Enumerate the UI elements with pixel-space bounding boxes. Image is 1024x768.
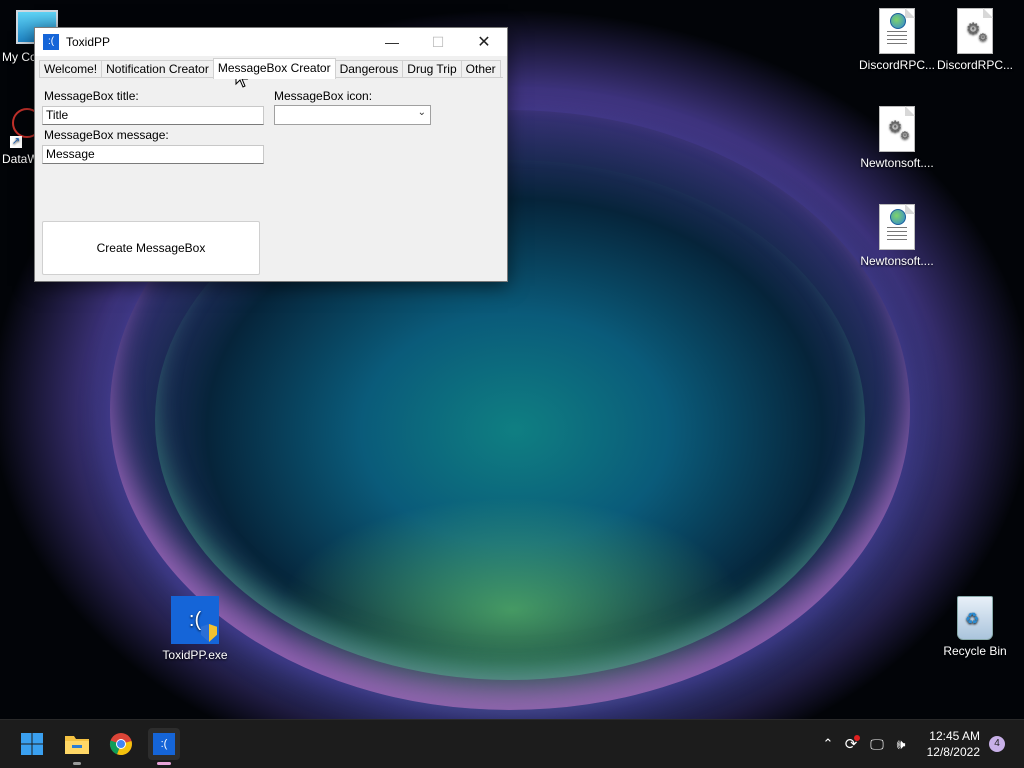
messagebox-title-label: MessageBox title:: [44, 89, 139, 103]
desktop-icon-label: My Co: [2, 50, 37, 64]
window-title: ToxidPP: [66, 35, 111, 49]
tab-drug-trip[interactable]: Drug Trip: [402, 60, 462, 78]
active-app-indicator: [157, 762, 171, 765]
windows-start-icon[interactable]: [16, 728, 48, 760]
desktop-icon-label: Newtonsoft....: [860, 254, 934, 268]
title-bar[interactable]: :( ToxidPP — ☐ ✕: [35, 28, 507, 56]
system-tray: ⌃ ⟳ 🖵 🕪: [818, 720, 912, 768]
messagebox-icon-label: MessageBox icon:: [274, 89, 373, 103]
toxidpp-exe-icon: :(: [171, 596, 219, 644]
create-messagebox-button[interactable]: Create MessageBox: [42, 221, 260, 275]
desktop-icon-toxidpp[interactable]: :( ToxidPP.exe: [153, 596, 237, 662]
desktop-icon-label: Newtonsoft....: [860, 156, 934, 170]
desktop-icon-label: DiscordRPC...: [936, 58, 1013, 72]
tab-messagebox-creator[interactable]: MessageBox Creator: [212, 58, 336, 79]
messagebox-message-label: MessageBox message:: [44, 128, 169, 142]
desktop-icon-discordrpc-web[interactable]: DiscordRPC...: [855, 8, 939, 72]
tab-welcome[interactable]: Welcome!: [39, 60, 103, 78]
chevron-down-icon: ⌄: [417, 107, 426, 118]
sync-icon[interactable]: ⟳: [838, 735, 864, 753]
web-document-icon: [879, 8, 915, 54]
minimize-button[interactable]: —: [369, 28, 415, 56]
tab-other[interactable]: Other: [460, 60, 501, 78]
clock-date: 12/8/2022: [926, 745, 980, 759]
toxidpp-window: :( ToxidPP — ☐ ✕ Welcome! Notification C…: [34, 27, 508, 282]
file-explorer-icon[interactable]: [61, 728, 93, 760]
desktop-icon-recycle-bin[interactable]: ♻ Recycle Bin: [933, 596, 1017, 658]
messagebox-title-input[interactable]: Title: [42, 106, 264, 125]
tab-dangerous[interactable]: Dangerous: [334, 60, 404, 78]
messagebox-message-input[interactable]: Message: [42, 145, 264, 164]
recycle-bin-icon: ♻: [957, 596, 993, 640]
desktop-icon-label: Recycle Bin: [943, 644, 1007, 658]
desktop-icon-label: ToxidPP.exe: [162, 648, 228, 662]
volume-icon[interactable]: 🕪: [890, 736, 912, 753]
network-icon[interactable]: 🖵: [864, 736, 890, 753]
tab-notification-creator[interactable]: Notification Creator: [101, 60, 214, 78]
running-indicator: [73, 762, 81, 765]
messagebox-icon-dropdown[interactable]: ⌄: [274, 105, 431, 125]
chrome-icon[interactable]: [105, 728, 137, 760]
desktop-icon-newtonsoft-xml[interactable]: Newtonsoft....: [855, 204, 939, 268]
desktop-icon-discordrpc-dll[interactable]: ⚙ ⚙ DiscordRPC...: [933, 8, 1017, 72]
messagebox-creator-panel: MessageBox title: Title MessageBox messa…: [39, 77, 503, 277]
web-document-icon: [879, 204, 915, 250]
close-button[interactable]: ✕: [461, 28, 507, 56]
clock[interactable]: 12:45 AM 12/8/2022: [927, 728, 980, 760]
notification-badge[interactable]: 4: [989, 736, 1005, 752]
desktop-icon-newtonsoft-dll[interactable]: ⚙ ⚙ Newtonsoft....: [855, 106, 939, 170]
desktop-icon-label: DiscordRPC...: [858, 58, 935, 72]
tab-strip: Welcome! Notification Creator MessageBox…: [39, 58, 501, 79]
app-icon: :(: [43, 34, 59, 50]
maximize-button[interactable]: ☐: [415, 28, 461, 56]
settings-file-icon: ⚙ ⚙: [957, 8, 993, 54]
uac-shield-icon: [201, 624, 217, 642]
chevron-up-icon[interactable]: ⌃: [818, 736, 838, 752]
shortcut-arrow-icon: ↗: [10, 136, 22, 148]
settings-file-icon: ⚙ ⚙: [879, 106, 915, 152]
taskbar: :( ⌃ ⟳ 🖵 🕪 12:45 AM 12/8/2022 4: [0, 719, 1024, 768]
toxidpp-icon[interactable]: :(: [148, 728, 180, 760]
clock-time: 12:45 AM: [929, 729, 980, 743]
